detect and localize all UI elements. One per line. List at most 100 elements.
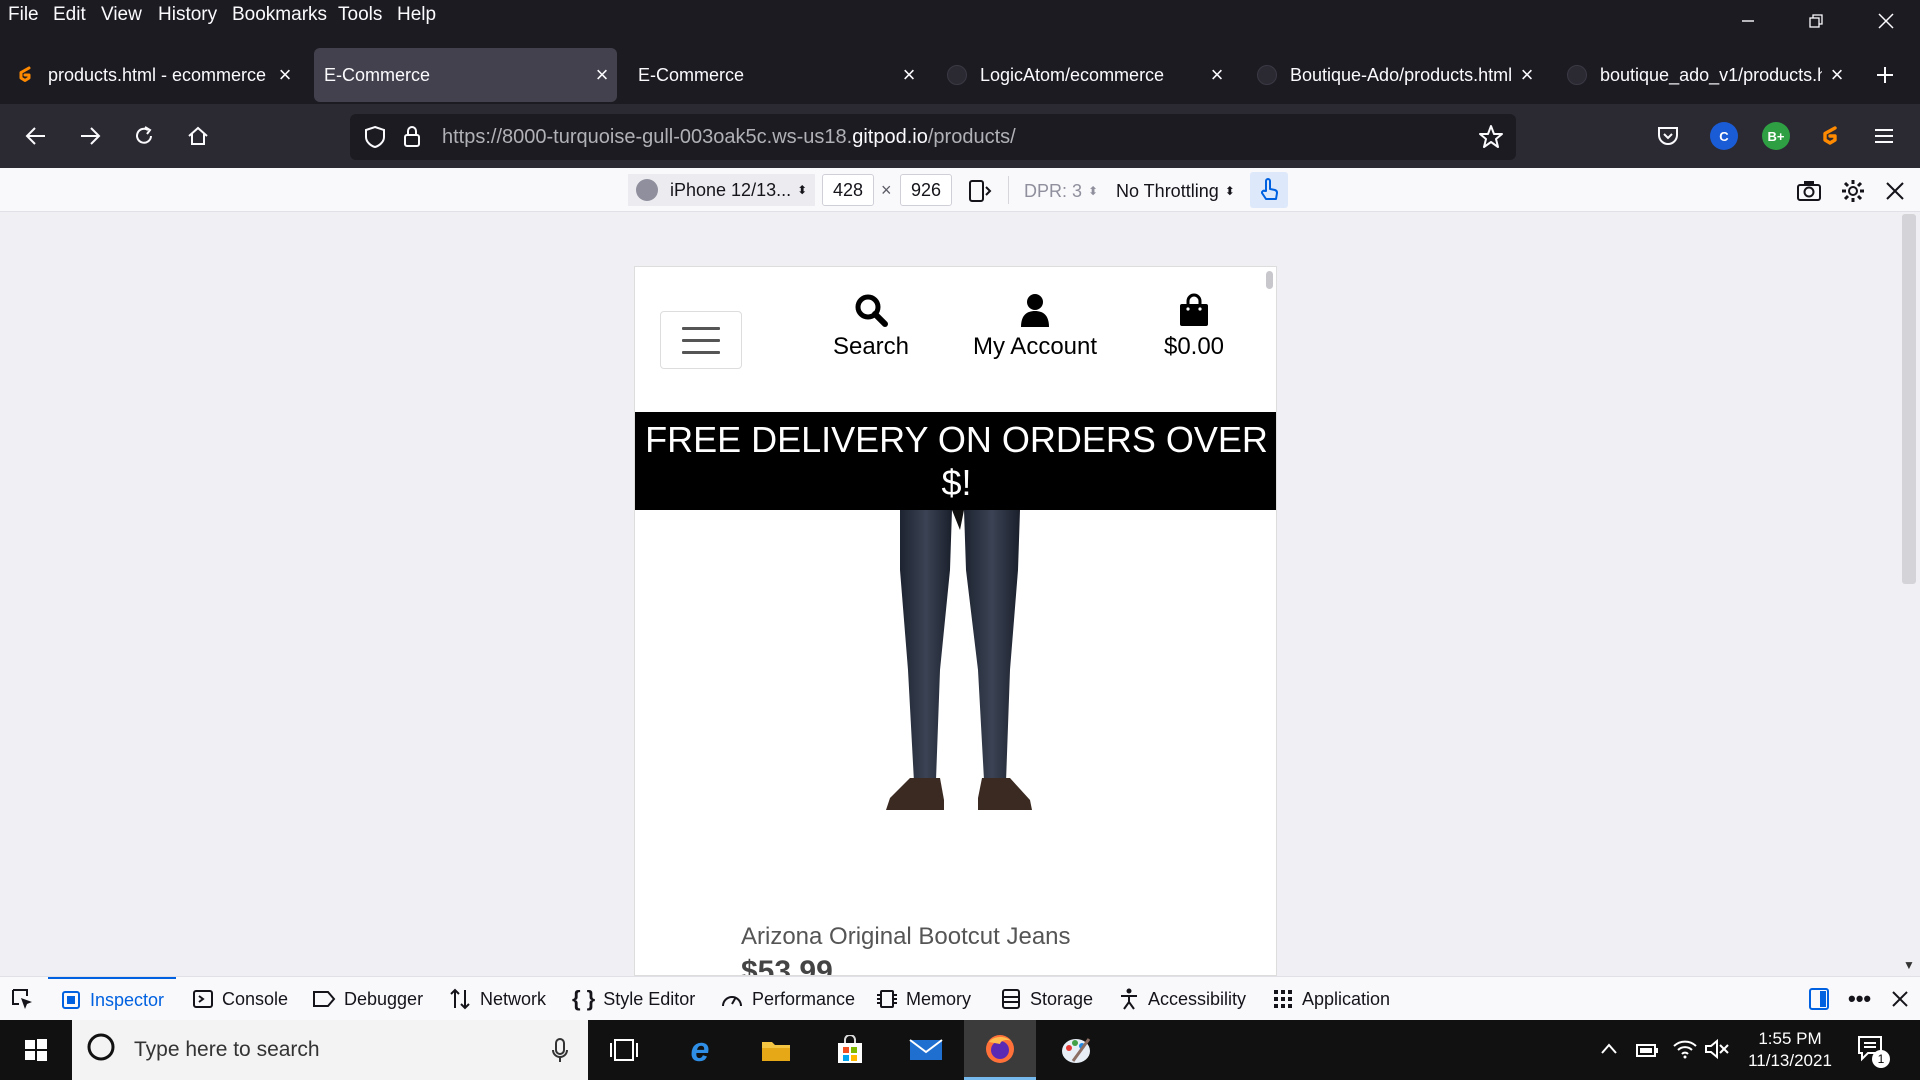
gear-icon	[1842, 180, 1864, 202]
microphone-icon[interactable]	[552, 1038, 568, 1070]
touch-icon	[1261, 178, 1278, 200]
product-image[interactable]	[860, 510, 1060, 910]
forward-button[interactable]	[70, 116, 110, 156]
rdm-settings-button[interactable]	[1840, 176, 1866, 206]
taskbar-clock[interactable]: 1:55 PM 11/13/2021	[1740, 1028, 1840, 1072]
tab-storage[interactable]: Storage	[1000, 977, 1093, 1021]
tab-performance[interactable]: Performance	[720, 977, 855, 1021]
element-picker-button[interactable]	[10, 977, 34, 1021]
action-center-button[interactable]: 1	[1856, 1034, 1896, 1070]
tab-network[interactable]: Network	[448, 977, 546, 1021]
paint-icon[interactable]	[1040, 1020, 1112, 1080]
menu-view[interactable]: View	[101, 4, 142, 26]
product-name[interactable]: Arizona Original Bootcut Jeans	[741, 923, 1071, 951]
edge-taskbar-icon[interactable]: e	[664, 1020, 736, 1080]
tab-products-html[interactable]: products.html - ecommerce ×	[0, 48, 300, 102]
mail-icon[interactable]	[890, 1020, 962, 1080]
back-button[interactable]	[16, 116, 56, 156]
new-tab-button[interactable]	[1868, 58, 1902, 92]
menu-file[interactable]: File	[8, 4, 39, 26]
scroll-down-arrow-icon[interactable]: ▼	[1903, 958, 1915, 972]
viewport-height-input[interactable]: 926	[900, 174, 952, 206]
tab-close-icon[interactable]: ×	[1822, 62, 1852, 88]
search-placeholder: Type here to search	[134, 1038, 320, 1061]
menu-edit[interactable]: Edit	[53, 4, 86, 26]
tab-close-icon[interactable]: ×	[270, 62, 300, 88]
pocket-icon[interactable]	[1654, 122, 1682, 150]
tab-title: Boutique-Ado/products.html	[1290, 64, 1512, 85]
tab-console[interactable]: Console	[192, 977, 288, 1021]
tab-debugger[interactable]: Debugger	[312, 977, 423, 1021]
tab-inspector[interactable]: Inspector	[48, 977, 177, 1021]
home-button[interactable]	[178, 116, 218, 156]
site-search-link[interactable]: Search	[791, 291, 951, 361]
tab-ecommerce-active[interactable]: E-Commerce ×	[314, 48, 617, 102]
user-icon	[955, 291, 1115, 329]
extension-b-plus-icon[interactable]: B+	[1762, 122, 1790, 150]
close-window-button[interactable]	[1852, 0, 1920, 42]
restore-button[interactable]	[1782, 0, 1850, 42]
reload-button[interactable]	[124, 116, 164, 156]
device-frame[interactable]: Search My Account $0.00 FREE DELIVERY ON…	[634, 266, 1277, 976]
tab-ecommerce[interactable]: E-Commerce ×	[624, 48, 924, 102]
close-icon	[1878, 13, 1894, 29]
microsoft-store-icon[interactable]	[814, 1020, 886, 1080]
throttling-selector[interactable]: No Throttling ⬍	[1116, 176, 1235, 206]
tab-memory[interactable]: Memory	[876, 977, 971, 1021]
delivery-banner: FREE DELIVERY ON ORDERS OVER $!	[635, 412, 1276, 510]
firefox-taskbar-icon[interactable]	[964, 1020, 1036, 1080]
restore-icon	[1809, 14, 1823, 28]
tab-close-icon[interactable]: ×	[894, 62, 924, 88]
menu-history[interactable]: History	[158, 4, 217, 26]
address-bar[interactable]: https://8000-turquoise-gull-003oak5c.ws-…	[350, 114, 1516, 160]
battery-icon[interactable]	[1634, 1040, 1660, 1065]
app-menu-button[interactable]	[1864, 116, 1904, 156]
task-view-button[interactable]	[588, 1020, 660, 1080]
tab-label: Inspector	[90, 989, 165, 1010]
screenshot-button[interactable]	[1796, 176, 1822, 206]
viewport-scrollbar[interactable]: ▼	[1898, 212, 1920, 976]
gitpod-extension-icon[interactable]	[1816, 122, 1844, 150]
taskbar-search[interactable]: Type here to search	[72, 1020, 588, 1080]
close-devtools-button[interactable]	[1890, 977, 1910, 1021]
viewport-width-input[interactable]: 428	[822, 174, 874, 206]
devtools-more-icon[interactable]: •••	[1848, 977, 1871, 1021]
touch-simulation-button[interactable]	[1250, 172, 1288, 208]
page-scrollbar[interactable]	[1266, 271, 1273, 289]
lock-icon[interactable]	[402, 125, 422, 155]
file-explorer-icon[interactable]	[740, 1020, 812, 1080]
tab-logicatom-ecommerce[interactable]: LogicAtom/ecommerce ×	[932, 48, 1232, 102]
mobile-menu-toggle[interactable]	[660, 311, 742, 369]
chevron-updown-icon: ⬍	[1088, 184, 1099, 198]
extension-c-icon[interactable]: C	[1710, 122, 1738, 150]
volume-muted-icon[interactable]	[1704, 1038, 1730, 1065]
shopping-bag-link[interactable]: $0.00	[1114, 291, 1274, 361]
tab-close-icon[interactable]: ×	[587, 62, 617, 88]
tab-accessibility[interactable]: Accessibility	[1118, 977, 1246, 1021]
rotate-viewport-button[interactable]	[966, 176, 992, 206]
dock-side-button[interactable]	[1808, 977, 1830, 1021]
minimize-button[interactable]	[1714, 0, 1782, 42]
my-account-link[interactable]: My Account	[955, 291, 1115, 361]
bookmark-star-icon[interactable]	[1478, 124, 1504, 156]
start-button[interactable]	[0, 1020, 72, 1080]
tab-boutique-ado-v1[interactable]: boutique_ado_v1/products.html ×	[1552, 48, 1852, 102]
tab-close-icon[interactable]: ×	[1202, 62, 1232, 88]
tab-label: Console	[222, 988, 289, 1009]
tab-style-editor[interactable]: { } Style Editor	[572, 977, 695, 1021]
device-selector[interactable]: iPhone 12/13... ⬍	[628, 174, 816, 206]
tab-label: Memory	[906, 988, 972, 1009]
wifi-icon[interactable]	[1672, 1038, 1698, 1065]
close-rdm-button[interactable]	[1884, 176, 1906, 206]
dock-icon	[1809, 988, 1829, 1010]
tab-application[interactable]: Application	[1272, 977, 1390, 1021]
dpr-selector[interactable]: DPR: 3 ⬍	[1024, 176, 1098, 206]
shield-icon[interactable]	[364, 125, 386, 155]
tab-boutique-ado[interactable]: Boutique-Ado/products.html ×	[1242, 48, 1542, 102]
menu-tools[interactable]: Tools	[338, 4, 382, 26]
menu-bookmarks[interactable]: Bookmarks	[232, 4, 327, 26]
tab-close-icon[interactable]: ×	[1512, 62, 1542, 88]
menu-help[interactable]: Help	[397, 4, 436, 26]
chevron-up-icon[interactable]	[1600, 1040, 1618, 1061]
scrollbar-thumb[interactable]	[1902, 214, 1916, 584]
